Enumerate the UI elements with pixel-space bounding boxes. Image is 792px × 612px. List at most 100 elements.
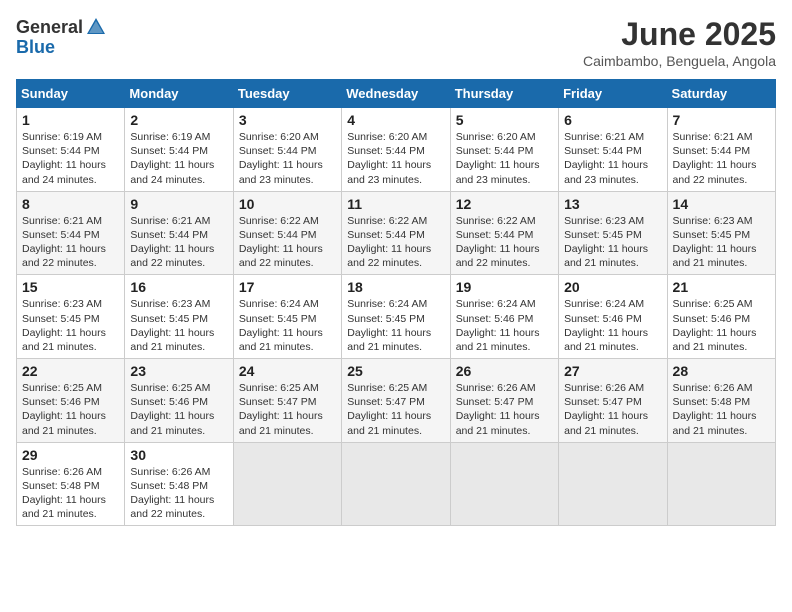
week-row-5: 29 Sunrise: 6:26 AMSunset: 5:48 PMDayligh… [17,442,776,526]
cell-info: Sunrise: 6:21 AMSunset: 5:44 PMDaylight:… [673,130,770,187]
day-number: 15 [22,279,119,295]
cell-info: Sunrise: 6:25 AMSunset: 5:46 PMDaylight:… [673,297,770,354]
cell-info: Sunrise: 6:21 AMSunset: 5:44 PMDaylight:… [22,214,119,271]
logo-icon [85,16,107,38]
cell-info: Sunrise: 6:24 AMSunset: 5:46 PMDaylight:… [564,297,661,354]
calendar-cell [233,442,341,526]
calendar-cell: 23 Sunrise: 6:25 AMSunset: 5:46 PMDayligh… [125,359,233,443]
calendar-cell: 28 Sunrise: 6:26 AMSunset: 5:48 PMDayligh… [667,359,775,443]
cell-info: Sunrise: 6:26 AMSunset: 5:48 PMDaylight:… [673,381,770,438]
calendar-cell: 3 Sunrise: 6:20 AMSunset: 5:44 PMDaylight… [233,108,341,192]
cell-info: Sunrise: 6:24 AMSunset: 5:46 PMDaylight:… [456,297,553,354]
calendar-cell: 11 Sunrise: 6:22 AMSunset: 5:44 PMDayligh… [342,191,450,275]
day-number: 6 [564,112,661,128]
cell-info: Sunrise: 6:21 AMSunset: 5:44 PMDaylight:… [564,130,661,187]
weekday-wednesday: Wednesday [342,80,450,108]
day-number: 23 [130,363,227,379]
cell-info: Sunrise: 6:25 AMSunset: 5:47 PMDaylight:… [239,381,336,438]
calendar-cell: 26 Sunrise: 6:26 AMSunset: 5:47 PMDayligh… [450,359,558,443]
weekday-saturday: Saturday [667,80,775,108]
week-row-3: 15 Sunrise: 6:23 AMSunset: 5:45 PMDayligh… [17,275,776,359]
cell-info: Sunrise: 6:20 AMSunset: 5:44 PMDaylight:… [239,130,336,187]
day-number: 25 [347,363,444,379]
day-number: 14 [673,196,770,212]
cell-info: Sunrise: 6:21 AMSunset: 5:44 PMDaylight:… [130,214,227,271]
calendar-cell: 21 Sunrise: 6:25 AMSunset: 5:46 PMDayligh… [667,275,775,359]
calendar-cell: 6 Sunrise: 6:21 AMSunset: 5:44 PMDaylight… [559,108,667,192]
week-row-1: 1 Sunrise: 6:19 AMSunset: 5:44 PMDaylight… [17,108,776,192]
day-number: 17 [239,279,336,295]
cell-info: Sunrise: 6:26 AMSunset: 5:48 PMDaylight:… [130,465,227,522]
cell-info: Sunrise: 6:22 AMSunset: 5:44 PMDaylight:… [347,214,444,271]
calendar-cell: 9 Sunrise: 6:21 AMSunset: 5:44 PMDaylight… [125,191,233,275]
week-row-2: 8 Sunrise: 6:21 AMSunset: 5:44 PMDaylight… [17,191,776,275]
weekday-friday: Friday [559,80,667,108]
day-number: 19 [456,279,553,295]
cell-info: Sunrise: 6:26 AMSunset: 5:47 PMDaylight:… [456,381,553,438]
calendar-cell [342,442,450,526]
cell-info: Sunrise: 6:19 AMSunset: 5:44 PMDaylight:… [130,130,227,187]
cell-info: Sunrise: 6:25 AMSunset: 5:46 PMDaylight:… [130,381,227,438]
logo-general-text: General [16,18,83,36]
day-number: 27 [564,363,661,379]
day-number: 12 [456,196,553,212]
cell-info: Sunrise: 6:23 AMSunset: 5:45 PMDaylight:… [130,297,227,354]
cell-info: Sunrise: 6:26 AMSunset: 5:48 PMDaylight:… [22,465,119,522]
header: General Blue June 2025 Caimbambo, Bengue… [16,16,776,69]
calendar-cell: 30 Sunrise: 6:26 AMSunset: 5:48 PMDayligh… [125,442,233,526]
calendar-cell: 1 Sunrise: 6:19 AMSunset: 5:44 PMDaylight… [17,108,125,192]
calendar-cell [667,442,775,526]
day-number: 21 [673,279,770,295]
cell-info: Sunrise: 6:24 AMSunset: 5:45 PMDaylight:… [347,297,444,354]
cell-info: Sunrise: 6:20 AMSunset: 5:44 PMDaylight:… [347,130,444,187]
cell-info: Sunrise: 6:23 AMSunset: 5:45 PMDaylight:… [22,297,119,354]
calendar-cell: 25 Sunrise: 6:25 AMSunset: 5:47 PMDayligh… [342,359,450,443]
cell-info: Sunrise: 6:19 AMSunset: 5:44 PMDaylight:… [22,130,119,187]
cell-info: Sunrise: 6:25 AMSunset: 5:46 PMDaylight:… [22,381,119,438]
day-number: 1 [22,112,119,128]
cell-info: Sunrise: 6:24 AMSunset: 5:45 PMDaylight:… [239,297,336,354]
calendar-cell: 27 Sunrise: 6:26 AMSunset: 5:47 PMDayligh… [559,359,667,443]
day-number: 20 [564,279,661,295]
day-number: 4 [347,112,444,128]
month-title: June 2025 [583,16,776,53]
day-number: 16 [130,279,227,295]
day-number: 2 [130,112,227,128]
calendar-cell: 8 Sunrise: 6:21 AMSunset: 5:44 PMDaylight… [17,191,125,275]
day-number: 22 [22,363,119,379]
cell-info: Sunrise: 6:26 AMSunset: 5:47 PMDaylight:… [564,381,661,438]
calendar-cell: 13 Sunrise: 6:23 AMSunset: 5:45 PMDayligh… [559,191,667,275]
day-number: 9 [130,196,227,212]
calendar-cell: 20 Sunrise: 6:24 AMSunset: 5:46 PMDayligh… [559,275,667,359]
day-number: 29 [22,447,119,463]
calendar-cell: 19 Sunrise: 6:24 AMSunset: 5:46 PMDayligh… [450,275,558,359]
cell-info: Sunrise: 6:22 AMSunset: 5:44 PMDaylight:… [239,214,336,271]
weekday-monday: Monday [125,80,233,108]
day-number: 8 [22,196,119,212]
title-area: June 2025 Caimbambo, Benguela, Angola [583,16,776,69]
cell-info: Sunrise: 6:23 AMSunset: 5:45 PMDaylight:… [564,214,661,271]
calendar-cell: 22 Sunrise: 6:25 AMSunset: 5:46 PMDayligh… [17,359,125,443]
calendar-cell: 7Sunrise: 6:21 AMSunset: 5:44 PMDaylight… [667,108,775,192]
day-number: 18 [347,279,444,295]
day-number: 3 [239,112,336,128]
day-number: 13 [564,196,661,212]
day-number: 24 [239,363,336,379]
day-number: 30 [130,447,227,463]
calendar-cell: 17 Sunrise: 6:24 AMSunset: 5:45 PMDayligh… [233,275,341,359]
day-number: 11 [347,196,444,212]
logo-blue-text: Blue [16,37,55,57]
calendar-cell: 18 Sunrise: 6:24 AMSunset: 5:45 PMDayligh… [342,275,450,359]
calendar-cell [450,442,558,526]
calendar-cell: 29 Sunrise: 6:26 AMSunset: 5:48 PMDayligh… [17,442,125,526]
weekday-sunday: Sunday [17,80,125,108]
calendar-cell: 24 Sunrise: 6:25 AMSunset: 5:47 PMDayligh… [233,359,341,443]
day-number: 28 [673,363,770,379]
calendar-cell: 16 Sunrise: 6:23 AMSunset: 5:45 PMDayligh… [125,275,233,359]
cell-info: Sunrise: 6:25 AMSunset: 5:47 PMDaylight:… [347,381,444,438]
day-number: 26 [456,363,553,379]
location-title: Caimbambo, Benguela, Angola [583,53,776,69]
cell-info: Sunrise: 6:23 AMSunset: 5:45 PMDaylight:… [673,214,770,271]
week-row-4: 22 Sunrise: 6:25 AMSunset: 5:46 PMDayligh… [17,359,776,443]
cell-info: Sunrise: 6:22 AMSunset: 5:44 PMDaylight:… [456,214,553,271]
